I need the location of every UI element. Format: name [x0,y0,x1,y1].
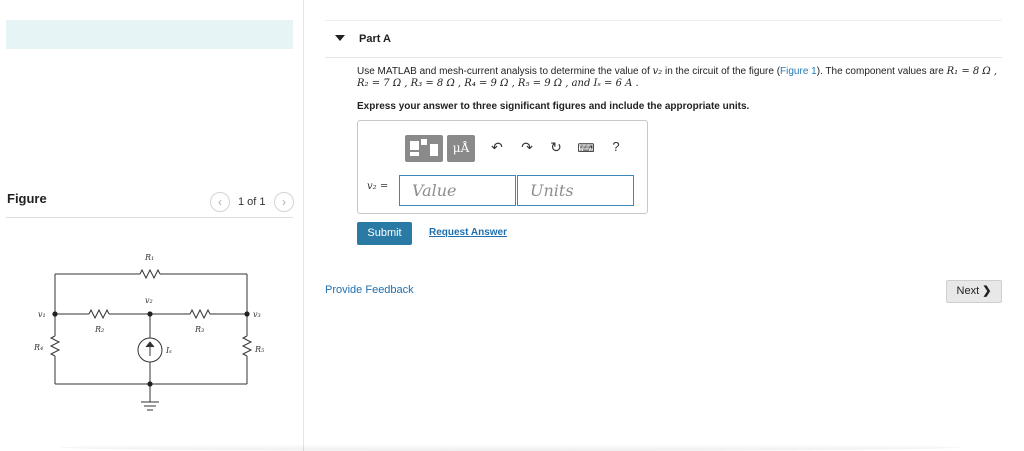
label-r4: R₄ [33,343,43,352]
next-button[interactable]: Next ❯ [946,280,1002,303]
figure-top-band [6,20,293,49]
resistor-r5 [241,335,253,357]
undo-icon[interactable]: ↶ [488,139,506,156]
submit-button[interactable]: Submit [357,222,412,245]
resistor-r4 [49,335,61,357]
label-v3: v₃ [253,310,261,319]
label-r5: R₅ [254,345,265,354]
instruction-text: Express your answer to three significant… [357,101,750,112]
chevron-right-icon[interactable]: › [274,192,294,212]
value-input[interactable]: Value [399,175,516,206]
label-r3: R₃ [194,325,204,334]
label-v1: v₁ [38,310,46,319]
answer-box: μÅ ↶ ↷ ↻ ⌨ ? v₂ = Value Units [357,120,648,214]
resistor-r2 [88,308,110,320]
part-a-header[interactable]: Part A [325,20,1002,58]
label-r2: R₂ [94,325,104,334]
chevron-left-icon[interactable]: ‹ [210,192,230,212]
keyboard-icon[interactable]: ⌨ [577,141,595,155]
answer-toolbar: μÅ ↶ ↷ ↻ ⌨ ? [405,135,635,163]
question-text: Use MATLAB and mesh-current analysis to … [357,66,998,89]
redo-icon[interactable]: ↷ [518,139,536,156]
units-input[interactable]: Units [517,175,634,206]
bottom-shadow [60,444,960,451]
figure-pager-count: 1 of 1 [238,196,266,208]
part-title: Part A [359,33,391,45]
units-button[interactable]: μÅ [447,135,475,162]
request-answer-link[interactable]: Request Answer [429,227,507,238]
figure-title: Figure [7,191,47,206]
chevron-right-icon: ❯ [982,285,992,297]
resistor-r1 [139,268,161,280]
help-button[interactable]: ? [607,139,625,154]
templates-icon[interactable] [405,135,443,162]
figure-link[interactable]: Figure 1 [780,66,817,77]
circuit-diagram: R₁ R₂ R₃ R₄ R₅ v₁ v₂ v₃ Iₛ [33,253,265,411]
reset-icon[interactable]: ↻ [547,139,565,156]
caret-down-icon[interactable] [335,35,345,41]
provide-feedback-link[interactable]: Provide Feedback [325,284,414,296]
figure-panel: Figure ‹ 1 of 1 › R₁ R₂ R₃ R₄ R₅ v₁ v₂ v… [0,0,304,451]
label-is: Iₛ [165,346,172,355]
resistor-r3 [189,308,211,320]
label-r1: R₁ [144,253,154,262]
equation-label: v₂ = [367,181,389,192]
figure-header: Figure ‹ 1 of 1 › [6,188,294,218]
label-v2: v₂ [145,296,153,305]
